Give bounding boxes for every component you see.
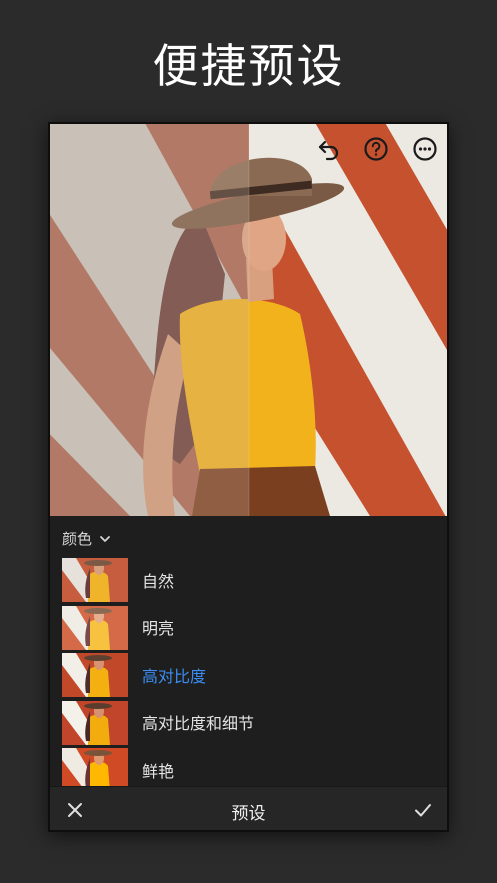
promo-title: 便捷预设 xyxy=(152,39,345,93)
more-icon[interactable] xyxy=(412,136,438,162)
preset-item-high-contrast[interactable]: 高对比度 xyxy=(50,651,447,699)
preset-panel: 颜色 自然 明亮 高对比度 高对比度和细节 鲜艳 xyxy=(50,516,447,792)
check-icon[interactable] xyxy=(412,799,434,821)
preset-label: 高对比度 xyxy=(142,666,207,686)
phone-screen: 颜色 自然 明亮 高对比度 高对比度和细节 鲜艳 预设 xyxy=(48,122,449,832)
preset-label: 自然 xyxy=(142,571,175,591)
undo-icon[interactable] xyxy=(316,136,342,162)
chevron-down-icon xyxy=(100,535,110,542)
preset-item-bright[interactable]: 明亮 xyxy=(50,604,447,652)
preset-thumbnail xyxy=(62,605,128,650)
preset-list: 自然 明亮 高对比度 高对比度和细节 鲜艳 xyxy=(50,556,447,794)
preset-label: 高对比度和细节 xyxy=(142,714,255,734)
bottom-bar-title: 预设 xyxy=(231,804,266,824)
bottom-bar: 预设 xyxy=(50,786,447,830)
preset-thumbnail xyxy=(62,653,128,697)
category-label: 颜色 xyxy=(62,530,93,548)
help-icon[interactable] xyxy=(363,136,389,162)
preset-item-natural[interactable]: 自然 xyxy=(50,556,447,604)
category-dropdown[interactable]: 颜色 xyxy=(62,528,112,549)
photo-preview[interactable] xyxy=(50,124,447,516)
preset-thumbnail xyxy=(62,700,128,745)
preset-label: 明亮 xyxy=(142,619,175,639)
preset-thumbnail xyxy=(62,558,128,602)
preset-item-high-contrast-detail[interactable]: 高对比度和细节 xyxy=(50,699,447,747)
preset-label: 鲜艳 xyxy=(142,761,175,781)
photo-image xyxy=(50,124,447,516)
